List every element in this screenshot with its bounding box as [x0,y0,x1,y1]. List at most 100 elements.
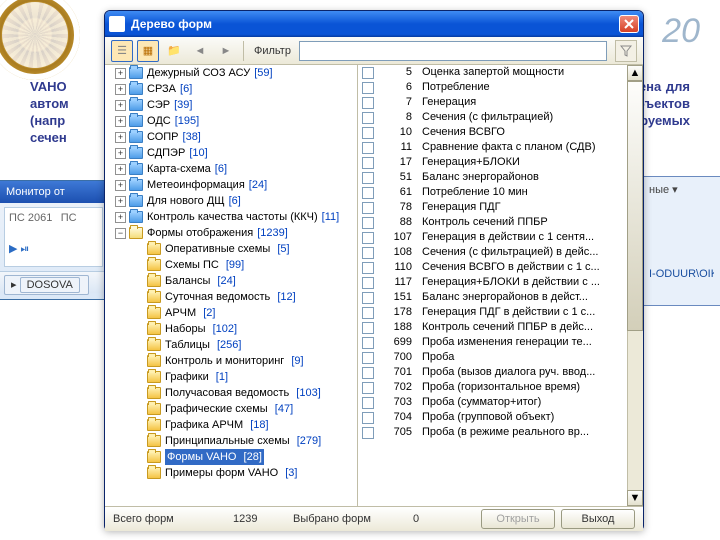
list-item[interactable]: 51Баланс энергорайонов [358,170,643,185]
toolbar-next-icon[interactable]: ► [215,40,237,62]
collapse-icon[interactable]: − [115,228,126,239]
toolbar-folder-icon[interactable]: 📁 [163,40,185,62]
list-item[interactable]: 117Генерация+БЛОКИ в действии с ... [358,275,643,290]
tree-node[interactable]: Таблицы [256] [133,337,241,353]
list-item[interactable]: 6Потребление [358,80,643,95]
checkbox[interactable] [362,127,374,139]
list-item[interactable]: 700Проба [358,350,643,365]
list-item[interactable]: 108Сечения (с фильтрацией) в дейс... [358,245,643,260]
tree-node[interactable]: Оперативные схемы [5] [133,241,290,257]
tree-node[interactable]: Наборы [102] [133,321,237,337]
list-item[interactable]: 178Генерация ПДГ в действии с 1 с... [358,305,643,320]
monitor-tab[interactable]: ▸ DOSOVA [4,275,89,295]
exit-button[interactable]: Выход [561,509,635,529]
tree-node[interactable]: Примеры форм VAHO [3] [133,465,297,481]
checkbox[interactable] [362,217,374,229]
tree-node[interactable]: Принципиальные схемы [279] [133,433,321,449]
list-item[interactable]: 78Генерация ПДГ [358,200,643,215]
list-item[interactable]: 704Проба (групповой объект) [358,410,643,425]
checkbox[interactable] [362,82,374,94]
list-item[interactable]: 107Генерация в действии с 1 сентя... [358,230,643,245]
tree-node[interactable]: АРЧМ [2] [133,305,215,321]
tree-node[interactable]: Графики [1] [133,369,228,385]
expand-icon[interactable]: + [115,68,126,79]
list-item[interactable]: 88Контроль сечений ППБР [358,215,643,230]
list-item[interactable]: 703Проба (сумматор+итог) [358,395,643,410]
tree-node[interactable]: Контроль и мониторинг [9] [133,353,304,369]
list-item[interactable]: 702Проба (горизонтальное время) [358,380,643,395]
checkbox[interactable] [362,352,374,364]
checkbox[interactable] [362,427,374,439]
tree-node[interactable]: Схемы ПС [99] [133,257,244,273]
checkbox[interactable] [362,292,374,304]
checkbox[interactable] [362,247,374,259]
tree-node[interactable]: +СРЗА[6] [115,81,192,97]
list-item[interactable]: 7Генерация [358,95,643,110]
list-item[interactable]: 10Сечения ВСВГО [358,125,643,140]
tree-node[interactable]: Графические схемы [47] [133,401,293,417]
expand-icon[interactable]: + [115,100,126,111]
filter-apply-button[interactable] [615,40,637,62]
checkbox[interactable] [362,142,374,154]
list-item[interactable]: 5Оценка запертой мощности [358,65,643,80]
checkbox[interactable] [362,172,374,184]
titlebar[interactable]: Дерево форм [105,11,643,37]
tree-node[interactable]: Формы VAHO [28] [133,449,264,465]
checkbox[interactable] [362,187,374,199]
tree-node[interactable]: +СДПЭР[10] [115,145,208,161]
toolbar-mode-grid[interactable]: ▦ [137,40,159,62]
expand-icon[interactable]: + [115,116,126,127]
tree-node[interactable]: +СЭР[39] [115,97,192,113]
checkbox[interactable] [362,307,374,319]
list-item[interactable]: 701Проба (вызов диалога руч. ввод... [358,365,643,380]
checkbox[interactable] [362,337,374,349]
open-button[interactable]: Открыть [481,509,555,529]
right-row-1[interactable]: ные ▾ [649,183,714,197]
scroll-down-button[interactable]: ▼ [627,490,643,506]
list-item[interactable]: 8Сечения (с фильтрацией) [358,110,643,125]
list-item[interactable]: 11Сравнение факта с планом (СДВ) [358,140,643,155]
list-item[interactable]: 61Потребление 10 мин [358,185,643,200]
checkbox[interactable] [362,397,374,409]
tree-node[interactable]: +Метеоинформация[24] [115,177,267,193]
expand-icon[interactable]: + [115,196,126,207]
tree-node[interactable]: Графика АРЧМ [18] [133,417,269,433]
filter-input[interactable] [299,41,607,61]
expand-icon[interactable]: + [115,164,126,175]
checkbox[interactable] [362,157,374,169]
expand-icon[interactable]: + [115,212,126,223]
scroll-thumb[interactable] [627,81,643,331]
tree-panel[interactable]: +Дежурный СОЗ АСУ[59]+СРЗА[6]+СЭР[39]+ОД… [105,65,358,506]
checkbox[interactable] [362,112,374,124]
expand-icon[interactable]: + [115,84,126,95]
list-item[interactable]: 699Проба изменения генерации те... [358,335,643,350]
list-item[interactable]: 151Баланс энергорайонов в дейст... [358,290,643,305]
toolbar-mode-list[interactable]: ☰ [111,40,133,62]
checkbox[interactable] [362,322,374,334]
list-item[interactable]: 705Проба (в режиме реального вр... [358,425,643,440]
checkbox[interactable] [362,202,374,214]
expand-icon[interactable]: + [115,148,126,159]
checkbox[interactable] [362,412,374,424]
tree-node[interactable]: +ОДС[195] [115,113,199,129]
monitor-tabs[interactable]: ▸ DOSOVA [0,271,107,293]
tree-node[interactable]: − Формы отображения [1239] [115,225,288,241]
checkbox[interactable] [362,232,374,244]
tree-node[interactable]: +СОПР[38] [115,129,201,145]
list-item[interactable]: 188Контроль сечений ППБР в дейс... [358,320,643,335]
tree-node[interactable]: +Карта-схема[6] [115,161,227,177]
expand-icon[interactable]: + [115,180,126,191]
toolbar-prev-icon[interactable]: ◄ [189,40,211,62]
list-item[interactable]: 110Сечения ВСВГО в действии с 1 с... [358,260,643,275]
tree-node[interactable]: +Дежурный СОЗ АСУ[59] [115,65,273,81]
tree-node[interactable]: Балансы [24] [133,273,236,289]
checkbox[interactable] [362,67,374,79]
tree-node[interactable]: Получасовая ведомость [103] [133,385,321,401]
scroll-up-button[interactable]: ▲ [627,65,643,81]
checkbox[interactable] [362,262,374,274]
scrollbar[interactable]: ▲ ▼ [627,65,643,506]
checkbox[interactable] [362,277,374,289]
tree-node[interactable]: Суточная ведомость [12] [133,289,296,305]
close-button[interactable] [619,15,639,33]
tree-node[interactable]: +Контроль качества частоты (ККЧ)[11] [115,209,339,225]
